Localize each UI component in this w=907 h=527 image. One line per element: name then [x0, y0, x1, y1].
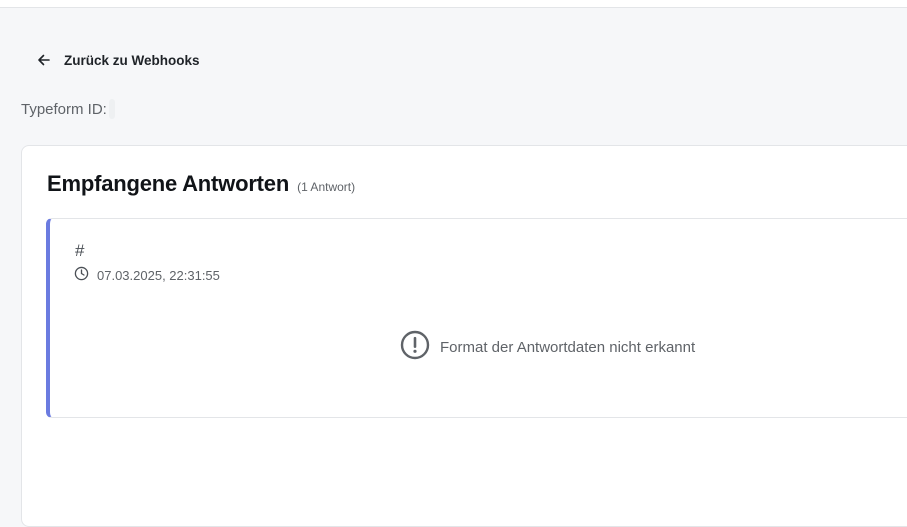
response-timestamp-row: 07.03.2025, 22:31:55 — [74, 266, 220, 284]
responses-header: Empfangene Antworten (1 Antwort) — [47, 171, 355, 197]
response-item: # 07.03.2025, 22:31:55 Format der Antwor… — [46, 218, 907, 418]
back-link-label: Zurück zu Webhooks — [64, 52, 200, 68]
section-title: Empfangene Antworten — [47, 171, 290, 196]
response-timestamp: 07.03.2025, 22:31:55 — [97, 267, 220, 283]
typeform-id-value — [108, 99, 115, 119]
arrow-left-icon — [36, 52, 52, 68]
back-to-webhooks-link[interactable]: Zurück zu Webhooks — [36, 50, 200, 70]
responses-card: Empfangene Antworten (1 Antwort) # 07.03… — [21, 145, 907, 527]
response-id: # — [75, 241, 85, 260]
response-count: (1 Antwort) — [297, 180, 356, 194]
typeform-id-label: Typeform ID: — [21, 100, 107, 118]
clock-icon — [74, 266, 89, 284]
alert-circle-icon — [400, 330, 430, 364]
top-bar — [0, 0, 907, 8]
format-warning: Format der Antwortdaten nicht erkannt — [400, 330, 695, 364]
typeform-id-row: Typeform ID: — [21, 98, 115, 120]
format-warning-text: Format der Antwortdaten nicht erkannt — [440, 338, 696, 356]
